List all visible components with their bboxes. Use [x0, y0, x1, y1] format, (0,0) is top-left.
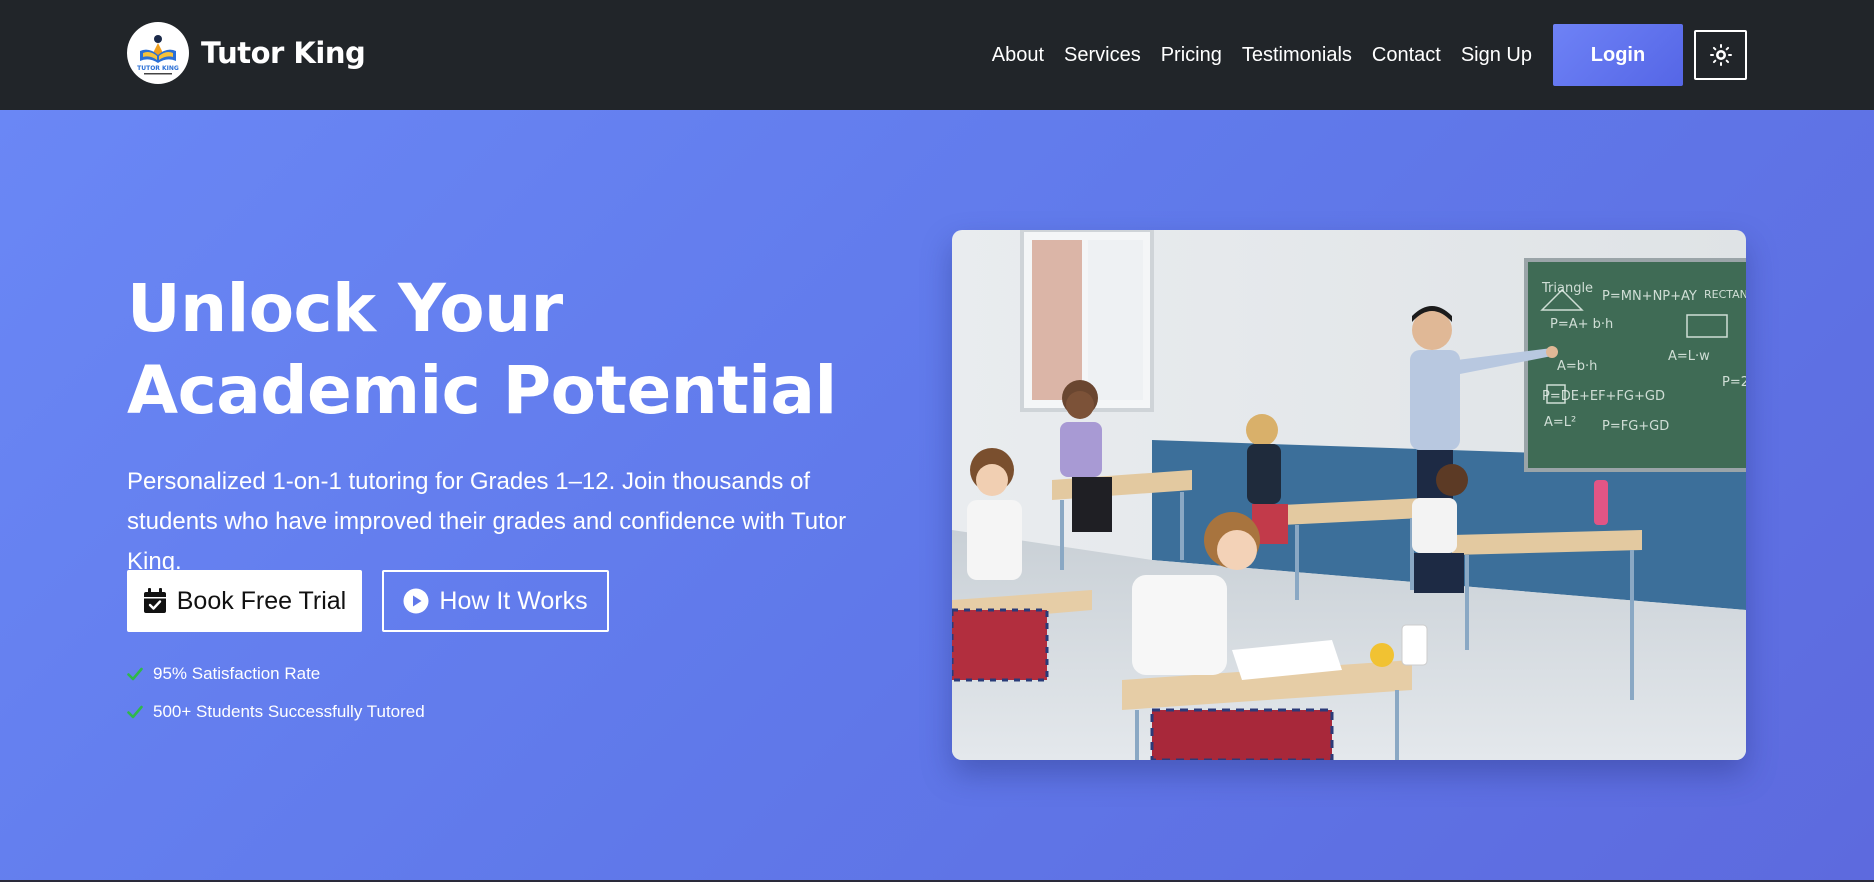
- svg-text:A=L·w: A=L·w: [1668, 349, 1710, 364]
- svg-text:TUTOR KING: TUTOR KING: [137, 65, 179, 72]
- brand-link[interactable]: TUTOR KING Tutor King: [127, 21, 366, 85]
- nav-link-pricing[interactable]: Pricing: [1161, 44, 1222, 67]
- nav-link-about[interactable]: About: [992, 44, 1044, 67]
- svg-text:A=b·h: A=b·h: [1557, 359, 1597, 374]
- navbar: TUTOR KING Tutor King About Services Pri…: [0, 0, 1874, 110]
- theme-toggle-button[interactable]: [1694, 30, 1747, 80]
- nav-link-testimonials[interactable]: Testimonials: [1242, 44, 1352, 67]
- classroom-photo: Triangle P=MN+NP+AY RECTAN P=A+ b·h A=b·…: [952, 230, 1746, 760]
- hero-subtext: Personalized 1-on-1 tutoring for Grades …: [127, 468, 847, 575]
- play-circle-icon: [403, 588, 429, 614]
- svg-text:P=FG+GD: P=FG+GD: [1602, 419, 1669, 434]
- book-logo-icon: TUTOR KING: [137, 35, 179, 75]
- nav-link-sign-up[interactable]: Sign Up: [1461, 44, 1532, 67]
- svg-text:RECTAN: RECTAN: [1704, 288, 1746, 301]
- stat-item: 95% Satisfaction Rate: [127, 664, 320, 684]
- svg-text:A=L²: A=L²: [1544, 415, 1576, 430]
- brand-name: Tutor King: [201, 36, 366, 70]
- check-icon: [127, 667, 143, 681]
- stat-text: 95% Satisfaction Rate: [153, 664, 321, 683]
- nav-links: About Services Pricing Testimonials Cont…: [992, 0, 1874, 110]
- book-free-trial-button[interactable]: Book Free Trial: [127, 570, 362, 632]
- nav-link-services[interactable]: Services: [1064, 44, 1141, 67]
- stat-text: 500+ Students Successfully Tutored: [153, 702, 425, 721]
- svg-text:P=A+ b·h: P=A+ b·h: [1550, 317, 1613, 332]
- nav-link-contact[interactable]: Contact: [1372, 44, 1441, 67]
- svg-text:P=MN+NP+AY: P=MN+NP+AY: [1602, 289, 1697, 304]
- how-it-works-button[interactable]: How It Works: [382, 570, 609, 632]
- sun-icon: [1709, 44, 1732, 66]
- svg-text:P=DE+EF+FG+GD: P=DE+EF+FG+GD: [1542, 389, 1665, 404]
- how-it-works-label: How It Works: [439, 586, 588, 615]
- book-free-trial-label: Book Free Trial: [176, 586, 347, 615]
- stat-item: 500+ Students Successfully Tutored: [127, 702, 425, 722]
- calendar-check-icon: [143, 588, 166, 613]
- hero-headline: Unlock Your Academic Potential: [127, 270, 837, 429]
- login-button[interactable]: Login: [1553, 24, 1683, 86]
- svg-text:Triangle: Triangle: [1541, 281, 1593, 296]
- svg-text:P=2: P=2: [1722, 375, 1746, 390]
- check-icon: [127, 705, 143, 719]
- brand-logo: TUTOR KING: [127, 22, 189, 84]
